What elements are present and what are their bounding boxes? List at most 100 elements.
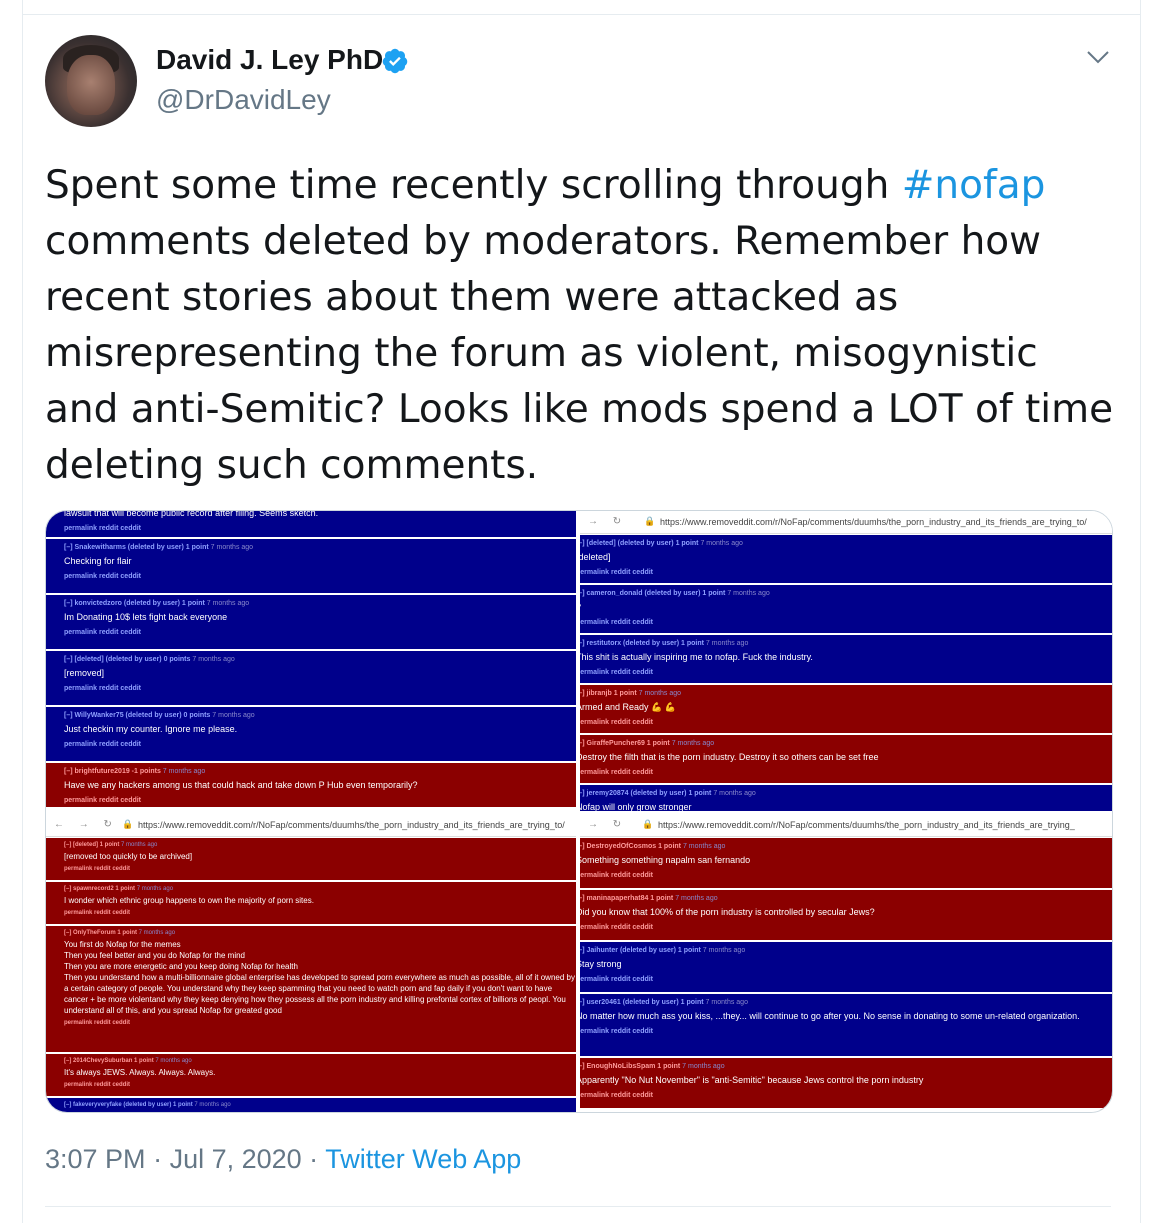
comment-age: 7 months ago (155, 1058, 192, 1064)
comment: [–] maninapaperhat84 1 point 7 months ag… (580, 890, 1112, 942)
comment-links[interactable]: permalink reddit ceddit (580, 769, 1112, 776)
comment-links[interactable]: permalink reddit ceddit (580, 924, 1112, 931)
comment-body: It's always JEWS. Always. Always. Always… (64, 1068, 216, 1077)
comment-header[interactable]: [–] Snakewitharms (deleted by user) 1 po… (64, 539, 576, 551)
comment-links[interactable]: permalink reddit ceddit (580, 872, 1112, 879)
comment-links[interactable]: permalink reddit ceddit (580, 1092, 1112, 1099)
comment-links[interactable]: permalink reddit ceddit (64, 1082, 576, 1088)
comment-header[interactable]: [–] OnlyTheForum 1 point 7 months ago (64, 926, 576, 936)
footer-divider (45, 1206, 1111, 1207)
comment: lawsuit that will become public record a… (46, 511, 576, 539)
comment-body: Im Donating 10$ lets fight back everyone (64, 612, 228, 622)
comment: [–] restitutorx (deleted by user) 1 poin… (580, 635, 1112, 685)
comment-body: Destroy the filth that is the porn indus… (580, 752, 879, 762)
comment-links[interactable]: permalink reddit ceddit (64, 525, 576, 532)
comment-links[interactable]: permalink reddit ceddit (64, 1020, 576, 1026)
comment-links[interactable]: permalink reddit ceddit (64, 685, 576, 692)
comment-list: [–] [deleted] (deleted by user) 1 point … (580, 535, 1112, 811)
author-name[interactable]: David J. Ley PhD (156, 44, 383, 76)
tweet-text: Spent some time recently scrolling throu… (45, 158, 1115, 494)
comment-header[interactable]: [–] [deleted] (deleted by user) 0 points… (64, 651, 576, 663)
comment-header[interactable]: [–] konvictedzoro (deleted by user) 1 po… (64, 595, 576, 607)
comment-links[interactable]: permalink reddit ceddit (64, 866, 576, 872)
comment-links[interactable]: permalink reddit ceddit (64, 797, 576, 804)
comment-list: lawsuit that will become public record a… (46, 511, 576, 809)
comment-links[interactable]: permalink reddit ceddit (64, 573, 576, 580)
comment-age: 7 months ago (638, 690, 682, 697)
url-text: https://www.removeddit.com/r/NoFap/comme… (658, 820, 1075, 830)
comment: [–] WillyWanker75 (deleted by user) 0 po… (46, 707, 576, 763)
comment-header[interactable]: [–] user20461 (deleted by user) 1 point … (580, 994, 1112, 1006)
comment-header[interactable]: [–] Jaihunter (deleted by user) 1 point … (580, 942, 1112, 954)
comment: [–] user20461 (deleted by user) 1 point … (580, 994, 1112, 1058)
tweet-date[interactable]: Jul 7, 2020 (170, 1144, 302, 1174)
tweet-border-top (22, 14, 1141, 15)
comment-age: 7 months ago (705, 999, 748, 1006)
source-app-link[interactable]: Twitter Web App (325, 1144, 521, 1174)
screenshot-panel-3[interactable]: ← → ↻ 🔒 https://www.removeddit.com/r/NoF… (46, 814, 576, 1112)
screenshot-panel-4[interactable]: → ↻ 🔒 https://www.removeddit.com/r/NoFap… (580, 814, 1112, 1112)
author-handle[interactable]: @DrDavidLey (156, 84, 331, 116)
tweet-time[interactable]: 3:07 PM (45, 1144, 146, 1174)
avatar[interactable] (45, 35, 137, 127)
url-text: https://www.removeddit.com/r/NoFap/comme… (138, 820, 565, 830)
comment-age: 7 months ago (671, 740, 715, 747)
comment-body: Have we any hackers among us that could … (64, 780, 418, 790)
comment-header[interactable]: [–] WillyWanker75 (deleted by user) 0 po… (64, 707, 576, 719)
comment-body: lawsuit that will become public record a… (64, 511, 319, 518)
browser-nav-icons: → ↻ (588, 819, 628, 830)
screenshot-panel-1[interactable]: lawsuit that will become public record a… (46, 511, 576, 811)
verified-badge-icon (382, 48, 408, 74)
comment-links[interactable]: permalink reddit ceddit (580, 619, 1112, 626)
comment-header[interactable]: [–] maninapaperhat84 1 point 7 months ag… (580, 890, 1112, 902)
comment: [–] EnoughNoLibsSpam 1 point 7 months ag… (580, 1058, 1112, 1110)
comment-links[interactable]: permalink reddit ceddit (64, 629, 576, 636)
comment-header[interactable]: [–] spawnrecord2 1 point 7 months ago (64, 882, 576, 892)
browser-url-bar: ← → ↻ 🔒 https://www.removeddit.com/r/NoF… (46, 814, 576, 837)
comment-body: Armed and Ready 💪 💪 (580, 702, 676, 712)
comment-age: 7 months ago (194, 1102, 231, 1108)
comment: [–] konvictedzoro (deleted by user) 1 po… (46, 595, 576, 651)
separator: · (145, 1144, 170, 1174)
comment: [–] jeremy20874 (deleted by user) 1 poin… (580, 785, 1112, 811)
comment-header[interactable]: [–] fakeveryveryfake (deleted by user) 1… (64, 1098, 576, 1108)
comment-body: [removed] (64, 668, 105, 678)
comment-links[interactable]: permalink reddit ceddit (64, 910, 576, 916)
browser-url-bar: → ↻ 🔒 https://www.removeddit.com/r/NoFap… (580, 511, 1112, 534)
comment-links[interactable]: permalink reddit ceddit (64, 741, 576, 748)
comment-header[interactable]: [–] [deleted] 1 point 7 months ago (64, 838, 576, 848)
comment-age: 7 months ago (162, 768, 206, 775)
hashtag-link[interactable]: #nofap (902, 163, 1046, 208)
comment-list: [–] DestroyedOfCosmos 1 point 7 months a… (580, 838, 1112, 1110)
comment-body: No matter how much ass you kiss, ...they… (580, 1011, 1080, 1021)
tweet-footer: 3:07 PM · Jul 7, 2020 · Twitter Web App (45, 1144, 521, 1175)
comment: [–] DestroyedOfCosmos 1 point 7 months a… (580, 838, 1112, 890)
comment: [–] [deleted] (deleted by user) 0 points… (46, 651, 576, 707)
comment-age: 7 months ago (210, 544, 254, 551)
comment-header[interactable]: [–] restitutorx (deleted by user) 1 poin… (580, 635, 1112, 647)
comment-links[interactable]: permalink reddit ceddit (580, 719, 1112, 726)
screenshot-panel-2[interactable]: → ↻ 🔒 https://www.removeddit.com/r/NoFap… (580, 511, 1112, 811)
comment-header[interactable]: [–] brightfuture2019 -1 points 7 months … (64, 763, 576, 775)
comment-links[interactable]: permalink reddit ceddit (580, 669, 1112, 676)
comment: [–] cameron_donald (deleted by user) 1 p… (580, 585, 1112, 635)
comment-header[interactable]: [–] GiraffePuncher69 1 point 7 months ag… (580, 735, 1112, 747)
comment-header[interactable]: [–] DestroyedOfCosmos 1 point 7 months a… (580, 838, 1112, 850)
comment-header[interactable]: [–] 2014ChevySuburban 1 point 7 months a… (64, 1054, 576, 1064)
comment-links[interactable]: permalink reddit ceddit (580, 569, 1112, 576)
lock-icon: 🔒 (122, 819, 134, 829)
comment: [–] fakeveryveryfake (deleted by user) 1… (46, 1098, 576, 1112)
chevron-down-icon[interactable] (1086, 45, 1110, 69)
comment-header[interactable]: [–] [deleted] (deleted by user) 1 point … (580, 535, 1112, 547)
comment-links[interactable]: permalink reddit ceddit (580, 1028, 1112, 1035)
comment-age: 7 months ago (700, 540, 743, 547)
comment-header[interactable]: [–] jibranjb 1 point 7 months ago (580, 685, 1112, 697)
comment-header[interactable]: [–] jeremy20874 (deleted by user) 1 poin… (580, 785, 1112, 797)
browser-nav-icons: ← → ↻ (54, 819, 118, 830)
comment-body: ? (580, 601, 1112, 614)
comment-links[interactable]: permalink reddit ceddit (580, 976, 1112, 983)
comment-list: [–] [deleted] 1 point 7 months ago [remov… (46, 838, 576, 1112)
tweet-text-part: Spent some time recently scrolling throu… (45, 163, 902, 208)
comment-header[interactable]: [–] cameron_donald (deleted by user) 1 p… (580, 585, 1112, 597)
comment-header[interactable]: [–] EnoughNoLibsSpam 1 point 7 months ag… (580, 1058, 1112, 1070)
